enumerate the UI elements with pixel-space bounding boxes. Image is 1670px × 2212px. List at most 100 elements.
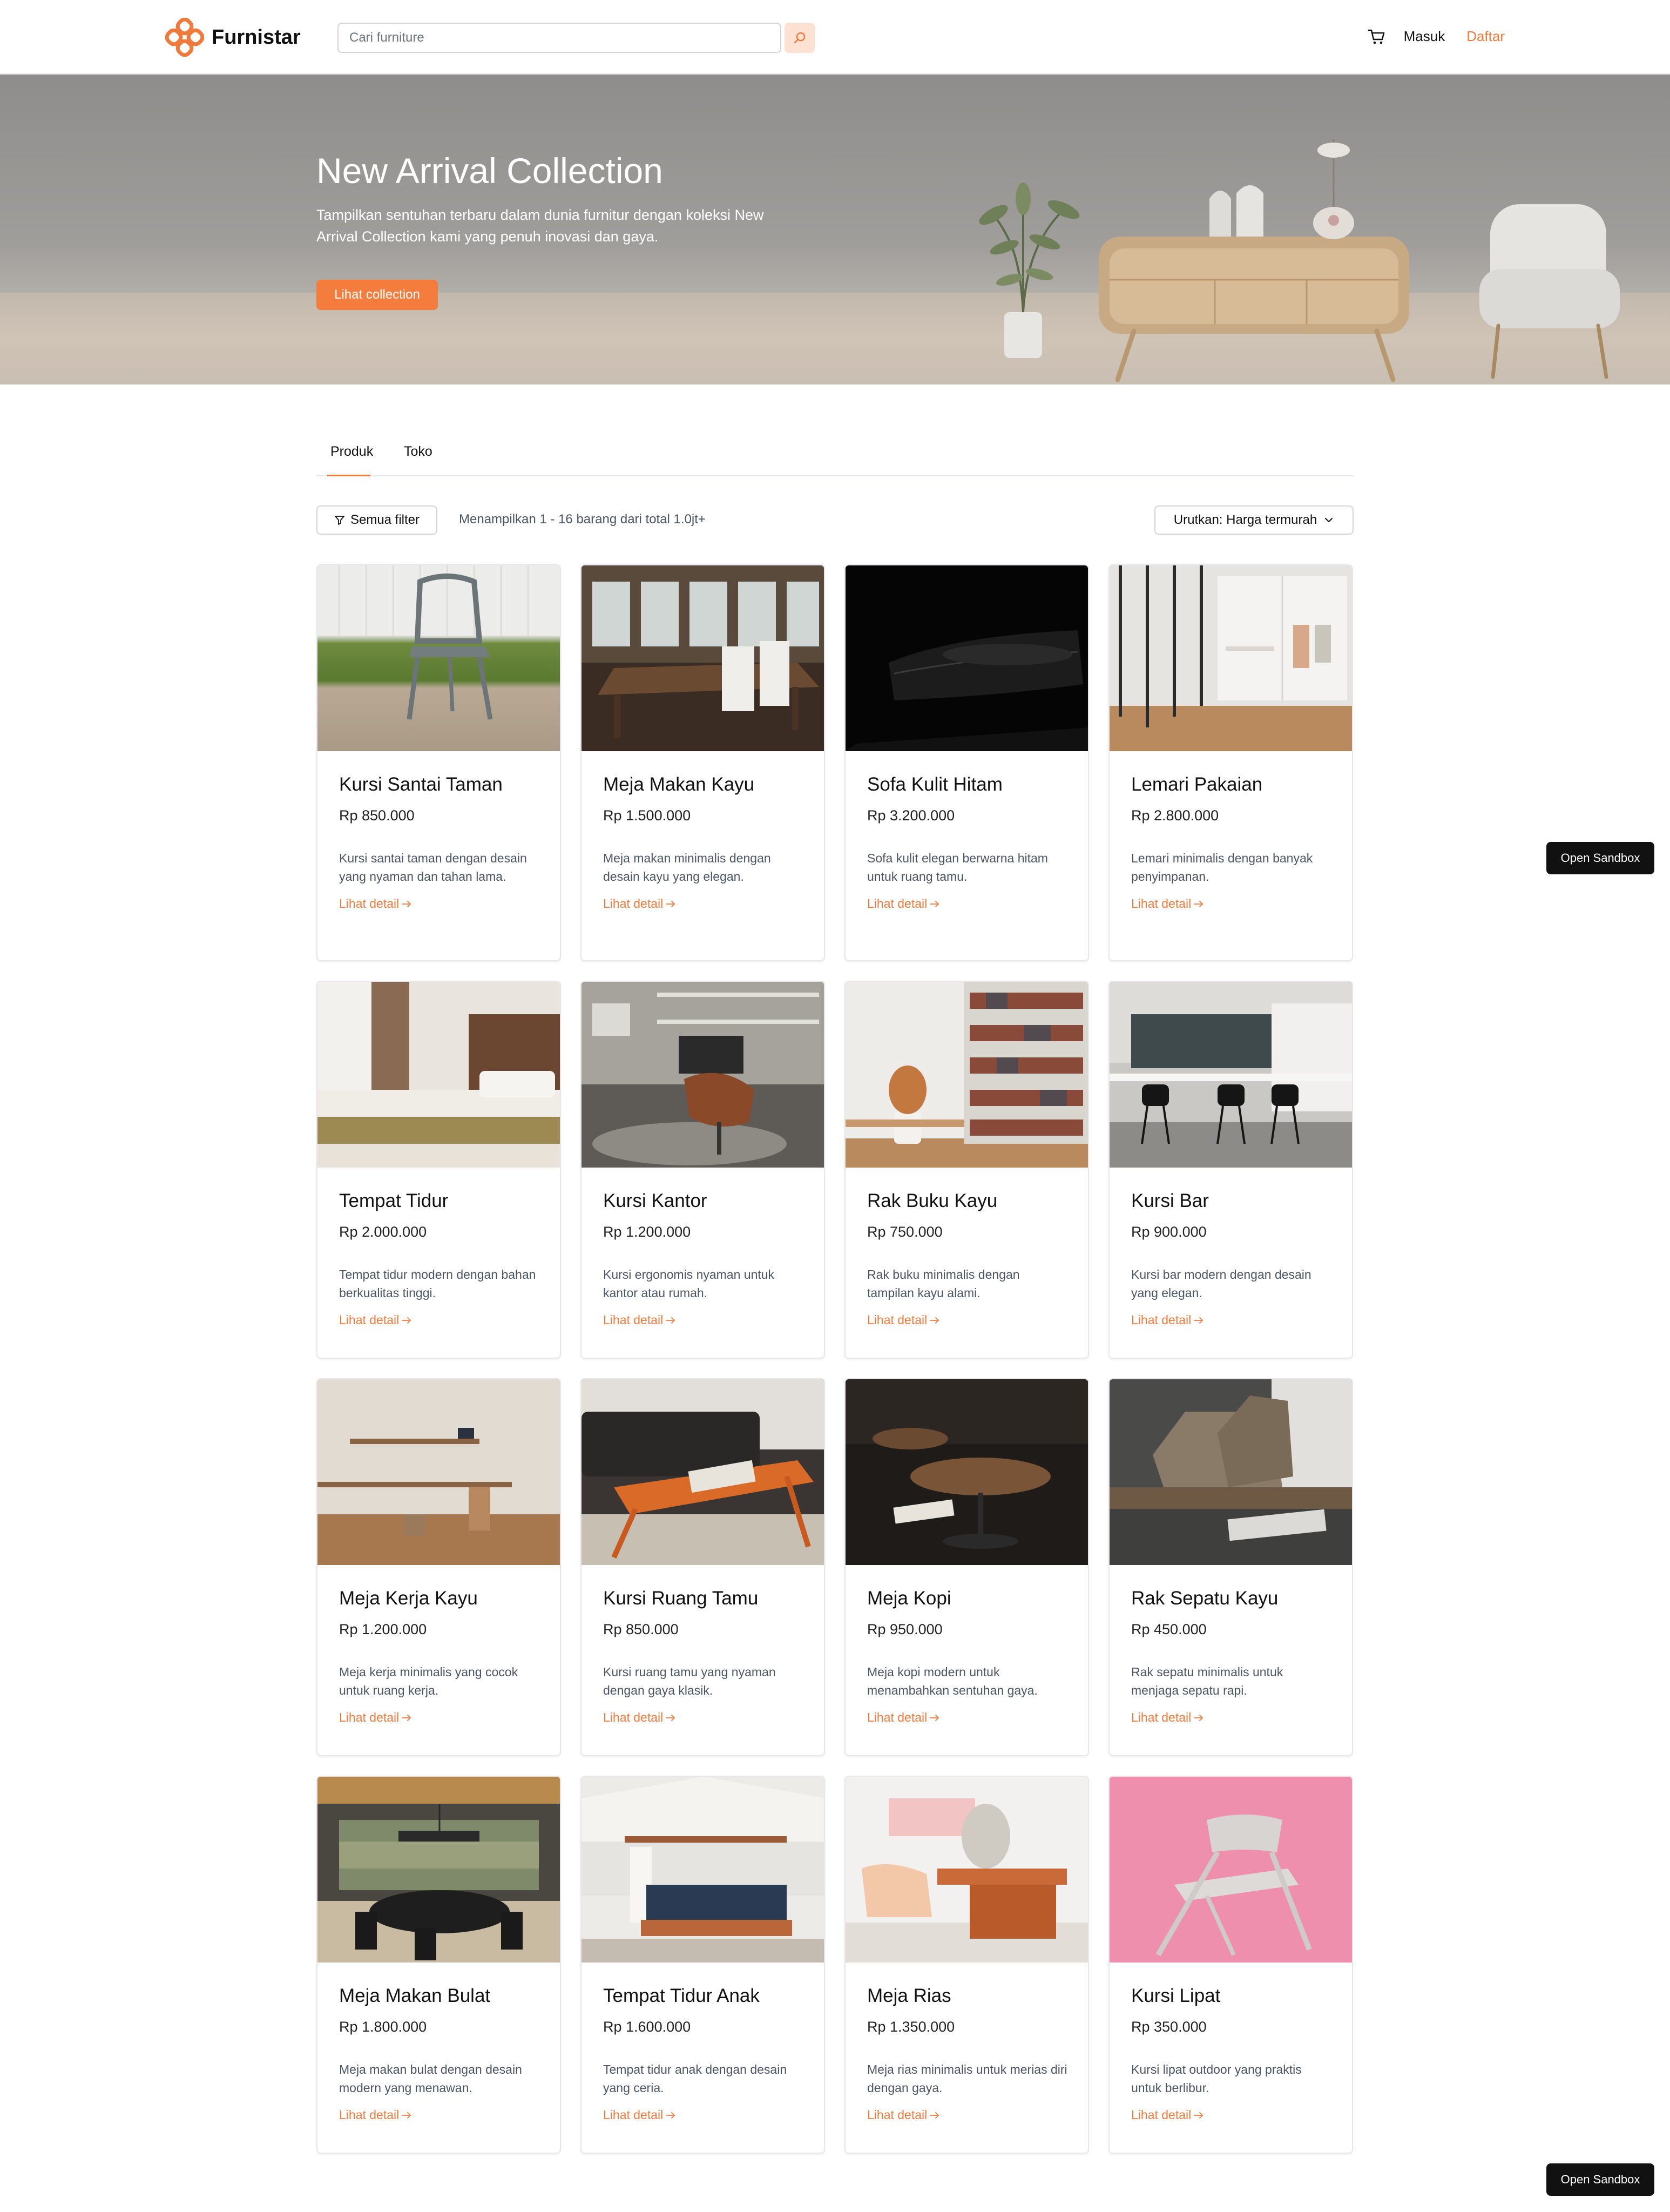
arrow-right-icon <box>402 900 411 907</box>
arrow-right-icon <box>666 900 675 907</box>
view-detail-link[interactable]: Lihat detail <box>867 1710 1066 1725</box>
product-description: Kursi ergonomis nyaman untuk kantor atau… <box>603 1267 775 1300</box>
product-name: Tempat Tidur Anak <box>603 1985 760 2006</box>
dining-table-illustration <box>582 565 824 751</box>
product-image <box>317 982 560 1168</box>
tab-produk[interactable]: Produk <box>330 444 373 460</box>
view-detail-link[interactable]: Lihat detail <box>603 2108 802 2122</box>
view-detail-link[interactable]: Lihat detail <box>339 1710 538 1725</box>
view-detail-link[interactable]: Lihat detail <box>867 1313 1066 1327</box>
view-detail-link[interactable]: Lihat detail <box>603 1710 802 1725</box>
view-detail-label: Lihat detail <box>339 1710 400 1724</box>
product-card[interactable]: Tempat Tidur Rp 2.000.000 Tempat tidur m… <box>316 981 561 1359</box>
product-description: Sofa kulit elegan berwarna hitam untuk r… <box>867 851 1048 884</box>
view-detail-link[interactable]: Lihat detail <box>339 2108 538 2122</box>
product-price: Rp 450.000 <box>1131 1621 1207 1637</box>
product-card[interactable]: Rak Buku Kayu Rp 750.000 Rak buku minima… <box>844 981 1089 1359</box>
product-name: Meja Makan Bulat <box>339 1985 491 2006</box>
cabinet-illustration <box>1099 139 1409 382</box>
vanity-table-illustration <box>846 1798 1088 1963</box>
view-detail-link[interactable]: Lihat detail <box>603 1313 802 1327</box>
view-detail-link[interactable]: Lihat detail <box>603 896 802 911</box>
product-price: Rp 2.000.000 <box>339 1224 427 1240</box>
view-detail-link[interactable]: Lihat detail <box>1131 1710 1330 1725</box>
product-card[interactable]: Rak Sepatu Kayu Rp 450.000 Rak sepatu mi… <box>1108 1378 1353 1756</box>
product-card[interactable]: Kursi Lipat Rp 350.000 Kursi lipat outdo… <box>1108 1776 1353 2154</box>
view-detail-label: Lihat detail <box>867 896 928 911</box>
open-sandbox-button[interactable]: Open Sandbox <box>1546 842 1654 874</box>
product-price: Rp 2.800.000 <box>1131 807 1219 824</box>
search-bar <box>337 23 815 53</box>
product-price: Rp 3.200.000 <box>867 807 955 824</box>
product-card[interactable]: Meja Kerja Kayu Rp 1.200.000 Meja kerja … <box>316 1378 561 1756</box>
hero-furniture-illustration <box>979 139 1620 382</box>
hero-subtitle: Tampilkan sentuhan terbaru dalam dunia f… <box>316 207 764 245</box>
search-input[interactable] <box>337 23 781 53</box>
sort-dropdown[interactable]: Urutkan: Harga termurah <box>1154 505 1354 535</box>
product-price: Rp 950.000 <box>867 1621 943 1637</box>
login-link[interactable]: Masuk <box>1404 28 1445 45</box>
view-detail-link[interactable]: Lihat detail <box>339 896 538 911</box>
wardrobe-illustration <box>1110 565 1352 751</box>
view-detail-link[interactable]: Lihat detail <box>867 896 1066 911</box>
product-card[interactable]: Kursi Kantor Rp 1.200.000 Kursi ergonomi… <box>580 981 825 1359</box>
product-name: Tempat Tidur <box>339 1190 449 1211</box>
view-detail-link[interactable]: Lihat detail <box>1131 1313 1330 1327</box>
product-card[interactable]: Kursi Bar Rp 900.000 Kursi bar modern de… <box>1108 981 1353 1359</box>
product-description: Tempat tidur modern dengan bahan berkual… <box>339 1267 536 1300</box>
view-detail-label: Lihat detail <box>603 1710 664 1724</box>
product-card[interactable]: Lemari Pakaian Rp 2.800.000 Lemari minim… <box>1108 564 1353 961</box>
product-description: Rak buku minimalis dengan tampilan kayu … <box>867 1267 1020 1300</box>
view-detail-link[interactable]: Lihat detail <box>339 1313 538 1327</box>
product-name: Kursi Bar <box>1131 1190 1209 1211</box>
product-card[interactable]: Meja Makan Kayu Rp 1.500.000 Meja makan … <box>580 564 825 961</box>
arrow-right-icon <box>1194 1317 1204 1324</box>
leather-sofa-illustration <box>846 630 1088 751</box>
product-image <box>1110 1379 1352 1565</box>
product-description: Kursi lipat outdoor yang praktis untuk b… <box>1131 2062 1302 2095</box>
tab-toko[interactable]: Toko <box>404 444 432 460</box>
product-description: Tempat tidur anak dengan desain yang cer… <box>603 2062 787 2095</box>
product-name: Sofa Kulit Hitam <box>867 774 1003 795</box>
product-name: Meja Rias <box>867 1985 951 2006</box>
product-name: Rak Sepatu Kayu <box>1131 1588 1279 1609</box>
register-link[interactable]: Daftar <box>1466 28 1505 45</box>
product-card[interactable]: Meja Kopi Rp 950.000 Meja kopi modern un… <box>844 1378 1089 1756</box>
product-image <box>317 1777 560 1963</box>
product-card[interactable]: Kursi Santai Taman Rp 850.000 Kursi sant… <box>316 564 561 961</box>
product-price: Rp 850.000 <box>339 807 415 824</box>
product-name: Kursi Kantor <box>603 1190 707 1211</box>
product-name: Lemari Pakaian <box>1131 774 1263 795</box>
arrow-right-icon <box>930 900 939 907</box>
product-image <box>1110 565 1352 751</box>
view-collection-button[interactable]: Lihat collection <box>316 280 438 310</box>
all-filters-label: Semua filter <box>350 512 420 527</box>
arrow-right-icon <box>930 1714 939 1721</box>
product-image <box>846 982 1088 1168</box>
product-card[interactable]: Sofa Kulit Hitam Rp 3.200.000 Sofa kulit… <box>844 564 1089 961</box>
product-name: Kursi Lipat <box>1131 1985 1221 2006</box>
search-button[interactable] <box>785 23 815 53</box>
product-description: Rak sepatu minimalis untuk menjaga sepat… <box>1131 1665 1283 1697</box>
view-detail-label: Lihat detail <box>1131 1313 1192 1327</box>
view-detail-link[interactable]: Lihat detail <box>1131 2108 1330 2122</box>
bar-stool-illustration <box>1110 982 1352 1168</box>
open-sandbox-button-bottom[interactable]: Open Sandbox <box>1546 2163 1654 2196</box>
all-filters-button[interactable]: Semua filter <box>316 505 437 535</box>
cart-icon[interactable] <box>1366 26 1387 46</box>
brand-logo[interactable]: Furnistar <box>165 18 301 57</box>
view-detail-label: Lihat detail <box>867 1313 928 1327</box>
arrow-right-icon <box>1194 900 1204 907</box>
product-name: Rak Buku Kayu <box>867 1190 998 1211</box>
arrow-right-icon <box>1194 1714 1204 1721</box>
product-card[interactable]: Meja Makan Bulat Rp 1.800.000 Meja makan… <box>316 1776 561 2154</box>
view-detail-link[interactable]: Lihat detail <box>867 2108 1066 2122</box>
product-card[interactable]: Meja Rias Rp 1.350.000 Meja rias minimal… <box>844 1776 1089 2154</box>
chevron-down-icon <box>1325 518 1333 522</box>
view-detail-link[interactable]: Lihat detail <box>1131 896 1330 911</box>
product-card[interactable]: Tempat Tidur Anak Rp 1.600.000 Tempat ti… <box>580 1776 825 2154</box>
living-chair-illustration <box>582 1379 824 1565</box>
bookshelf-illustration <box>846 982 1088 1168</box>
product-name: Meja Kopi <box>867 1588 951 1609</box>
product-card[interactable]: Kursi Ruang Tamu Rp 850.000 Kursi ruang … <box>580 1378 825 1756</box>
